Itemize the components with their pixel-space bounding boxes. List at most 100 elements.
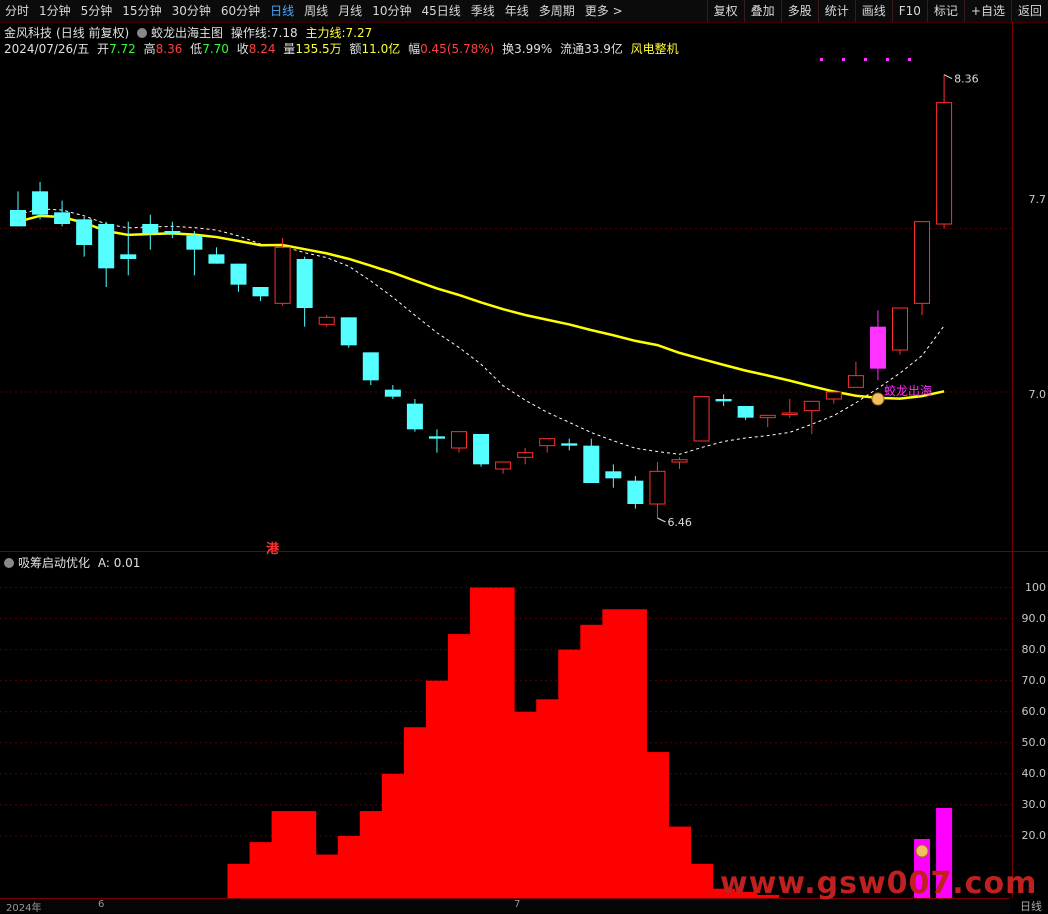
candle[interactable] — [605, 464, 622, 488]
sub-axis-label: 40.0 — [1021, 766, 1047, 780]
indicator-bar — [315, 854, 339, 898]
period-tab[interactable]: 多周期 — [534, 0, 580, 22]
toolbar-button[interactable]: 返回 — [1010, 0, 1048, 22]
period-tab[interactable]: 5分钟 — [76, 0, 118, 22]
candle[interactable] — [936, 74, 953, 229]
toolbar-button[interactable]: F10 — [891, 0, 927, 22]
candle[interactable] — [914, 221, 931, 315]
candle[interactable] — [803, 400, 820, 434]
candle[interactable] — [428, 429, 445, 453]
candle[interactable] — [649, 462, 666, 518]
period-tab[interactable]: 30分钟 — [167, 0, 216, 22]
period-tab[interactable]: 日线 — [265, 0, 299, 22]
candle[interactable] — [252, 287, 269, 301]
toolbar-button[interactable]: 叠加 — [743, 0, 781, 22]
candle[interactable] — [54, 200, 71, 227]
signal-label: 蛟龙出海 — [884, 383, 932, 398]
indicator-bar — [249, 842, 273, 898]
candle[interactable] — [869, 310, 886, 381]
period-tab[interactable]: 年线 — [500, 0, 534, 22]
candle[interactable] — [847, 361, 864, 388]
candle[interactable] — [318, 315, 335, 327]
toolbar-button[interactable]: 画线 — [854, 0, 892, 22]
indicator-bar — [492, 587, 515, 898]
price-axis-label: 7.7 — [1028, 193, 1047, 206]
candle[interactable] — [583, 438, 600, 483]
candle[interactable] — [186, 231, 203, 276]
candle[interactable] — [10, 191, 26, 227]
signal-dot — [820, 58, 823, 61]
indicator-bar — [668, 826, 692, 898]
toolbar-button[interactable]: 标记 — [926, 0, 964, 22]
period-tab[interactable]: 周线 — [299, 0, 333, 22]
candle[interactable] — [274, 238, 291, 306]
indicator-bar — [403, 727, 427, 898]
candle[interactable] — [296, 256, 313, 327]
candle[interactable] — [384, 385, 401, 399]
candle[interactable] — [32, 182, 49, 220]
indicator-bar — [293, 811, 317, 898]
sub-axis-label: 90.0 — [1021, 611, 1047, 625]
candle[interactable] — [120, 221, 137, 276]
candle[interactable] — [362, 352, 379, 385]
candle[interactable] — [340, 317, 357, 348]
candle[interactable] — [517, 448, 534, 465]
sub-axis-label: 60.0 — [1021, 704, 1047, 718]
date-label: 6 — [98, 899, 105, 910]
candle[interactable] — [693, 396, 710, 442]
candle[interactable] — [539, 438, 556, 453]
low-mark-label: 6.46 — [667, 516, 692, 529]
sub-indicator-chart[interactable] — [0, 552, 1012, 898]
candle[interactable] — [671, 457, 688, 469]
period-tab[interactable]: 月线 — [333, 0, 367, 22]
indicator-bar — [337, 835, 361, 898]
indicator-bar — [646, 752, 669, 898]
high-pointer — [943, 74, 953, 80]
indicator-bar — [271, 811, 295, 898]
toolbar-button[interactable]: 复权 — [706, 0, 744, 22]
main-price-chart[interactable]: 8.36 6.46 蛟龙出海 — [0, 22, 1012, 552]
main-force-line — [17, 214, 945, 400]
low-pointer — [657, 517, 666, 523]
candle[interactable] — [406, 399, 423, 432]
axis-divider — [1012, 22, 1013, 898]
toolbar-button[interactable]: 统计 — [817, 0, 855, 22]
candle[interactable] — [825, 391, 842, 404]
money-bag-icon — [871, 392, 885, 406]
period-tab[interactable]: 1分钟 — [34, 0, 76, 22]
indicator-bar — [227, 863, 251, 898]
signal-dot — [886, 58, 889, 61]
candle[interactable] — [76, 217, 93, 257]
candle[interactable] — [98, 221, 115, 287]
sub-axis-label: 80.0 — [1021, 642, 1047, 656]
sub-axis-label: 50.0 — [1021, 735, 1047, 749]
candle[interactable] — [715, 394, 732, 406]
candle[interactable] — [451, 431, 467, 453]
period-tab[interactable]: 更多 > — [580, 0, 628, 22]
date-label: 7 — [514, 899, 521, 910]
period-tab[interactable]: 15分钟 — [117, 0, 166, 22]
toolbar-button[interactable]: 多股 — [780, 0, 818, 22]
toolbar-button[interactable]: +自选 — [963, 0, 1011, 22]
candle[interactable] — [142, 214, 159, 250]
candle[interactable] — [561, 438, 578, 451]
candle[interactable] — [164, 221, 181, 238]
candle[interactable] — [892, 307, 908, 355]
period-tab[interactable]: 45日线 — [416, 0, 465, 22]
right-toolbar: 复权 叠加 多股 统计 画线 F10 标记 +自选 返回 — [706, 0, 1048, 22]
sub-axis-label: 70.0 — [1021, 673, 1047, 687]
candle[interactable] — [495, 461, 512, 474]
candle[interactable] — [627, 476, 644, 509]
candle[interactable] — [759, 414, 776, 427]
money-bag-icon — [915, 844, 929, 858]
candle[interactable] — [208, 247, 225, 264]
candle[interactable] — [230, 263, 247, 292]
period-tab[interactable]: 季线 — [466, 0, 500, 22]
period-tab[interactable]: 10分钟 — [367, 0, 416, 22]
candle[interactable] — [473, 434, 490, 467]
sub-axis-label: 20.0 — [1021, 828, 1047, 842]
candle[interactable] — [737, 406, 754, 420]
period-tab[interactable]: 60分钟 — [216, 0, 265, 22]
period-tab[interactable]: 分时 — [0, 0, 34, 22]
candle[interactable] — [781, 399, 798, 418]
